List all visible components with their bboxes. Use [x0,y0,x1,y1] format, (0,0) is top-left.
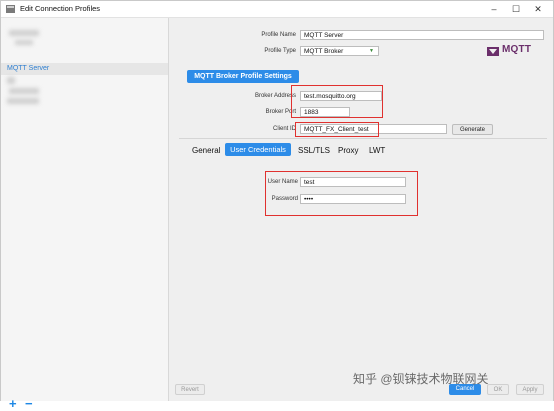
tab-user-credentials[interactable]: User Credentials [225,143,291,156]
broker-address-label: Broker Address [254,93,296,99]
title-bar: Edit Connection Profiles – ☐ ✕ [1,1,553,18]
generate-button[interactable]: Generate [452,124,493,135]
profile-name-label: Profile Name [261,32,296,38]
broker-profile-settings-header: MQTT Broker Profile Settings [187,70,299,83]
profile-settings-panel: Profile Name MQTT Server Profile Type MQ… [169,18,553,401]
tab-ssl-tls[interactable]: SSL/TLS [298,146,330,155]
revert-button[interactable]: Revert [175,384,205,395]
profile-type-select[interactable]: MQTT Broker ▼ [300,46,379,56]
ok-button[interactable]: OK [487,384,509,395]
tab-general[interactable]: General [192,146,220,155]
profile-name-input[interactable]: MQTT Server [300,30,544,40]
chevron-down-icon: ▼ [369,48,374,54]
user-name-input[interactable]: test [300,177,406,187]
window-title: Edit Connection Profiles [20,4,101,13]
tab-lwt[interactable]: LWT [369,146,385,155]
profile-list-sidebar: MQTT Server + − [1,18,169,411]
edit-connection-profiles-window: Edit Connection Profiles – ☐ ✕ MQTT Serv… [0,0,554,411]
sidebar-item-mqtt-server[interactable]: MQTT Server [7,65,49,72]
user-name-label: User Name [267,179,298,185]
apply-button[interactable]: Apply [516,384,544,395]
close-icon[interactable]: ✕ [527,2,549,16]
mqtt-logo-text: MQTT [502,44,532,55]
add-profile-button[interactable]: + [9,396,17,411]
profile-type-label: Profile Type [264,48,296,54]
remove-profile-button[interactable]: − [25,396,33,411]
blurred-item [9,30,39,36]
client-id-highlight-box [295,122,379,137]
app-icon [6,5,15,13]
blurred-item [7,77,15,84]
tab-proxy[interactable]: Proxy [338,146,358,155]
tab-divider [179,138,547,139]
password-input[interactable]: •••• [300,194,406,204]
maximize-icon[interactable]: ☐ [505,2,527,16]
blurred-item [9,88,39,94]
minimize-icon[interactable]: – [483,2,505,16]
blurred-item [15,40,33,45]
blurred-item [7,98,39,104]
broker-port-label: Broker Port [265,109,296,115]
password-label: Password [271,196,298,202]
zhihu-watermark: 知乎 @钡铼技术物联网关 [353,372,489,386]
client-id-label: Client ID [272,126,296,132]
broker-highlight-box [291,85,383,118]
